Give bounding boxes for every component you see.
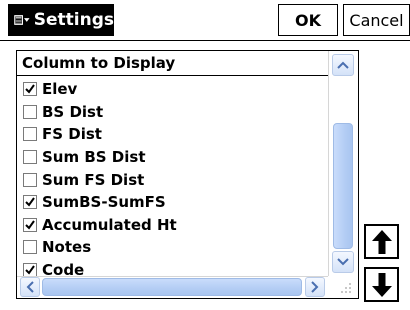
list-header: Column to Display [17, 51, 328, 76]
list-item[interactable]: Sum BS Dist [17, 146, 328, 169]
check-icon [25, 84, 35, 94]
chevron-down-icon [337, 258, 349, 266]
scroll-down-button[interactable] [332, 251, 354, 273]
window-menu-button[interactable]: Settings [8, 4, 114, 36]
move-down-button[interactable] [364, 267, 399, 302]
checkbox[interactable] [23, 82, 37, 97]
list-item-label: SumBS-SumFS [42, 193, 166, 212]
list-item[interactable]: Elev [17, 78, 328, 101]
list-item-label: FS Dist [42, 125, 102, 144]
list-item-label: Notes [42, 238, 92, 257]
check-icon [25, 220, 35, 230]
title-divider [0, 40, 410, 41]
arrow-down-icon [371, 272, 392, 297]
list-item-label: Accumulated Ht [42, 215, 177, 234]
list-item-label: Sum FS Dist [42, 170, 145, 189]
checkbox[interactable] [23, 127, 37, 142]
checkbox[interactable] [23, 150, 37, 165]
horizontal-scroll-thumb[interactable] [42, 278, 302, 296]
vertical-scrollbar[interactable] [328, 51, 358, 276]
checkbox[interactable] [23, 195, 37, 210]
resize-grip-icon [341, 283, 351, 293]
list-item-label: Elev [42, 80, 78, 99]
list-item[interactable]: Accumulated Ht [17, 214, 328, 237]
list-item[interactable]: SumBS-SumFS [17, 191, 328, 214]
column-rows: Elev BS Dist FS Dist Sum BS Dist Sum FS … [17, 78, 328, 281]
list-item[interactable]: Notes [17, 236, 328, 259]
move-up-button[interactable] [364, 224, 399, 259]
column-list[interactable]: Column to Display Elev BS Dist FS Dist S… [16, 50, 359, 299]
check-icon [25, 265, 35, 275]
caret-down-icon [24, 18, 30, 22]
app-menu-icon [14, 15, 23, 25]
checkbox[interactable] [23, 217, 37, 232]
list-item[interactable]: BS Dist [17, 101, 328, 124]
scroll-left-button[interactable] [20, 277, 40, 297]
checkbox[interactable] [23, 263, 37, 278]
list-item-label: BS Dist [42, 102, 104, 121]
checkbox[interactable] [23, 104, 37, 119]
list-item[interactable]: FS Dist [17, 123, 328, 146]
check-icon [25, 197, 35, 207]
window-title: Settings [33, 10, 114, 30]
list-item-label: Sum BS Dist [42, 148, 146, 167]
ok-button[interactable]: OK [278, 4, 338, 36]
checkbox[interactable] [23, 172, 37, 187]
arrow-up-icon [371, 229, 392, 254]
chevron-up-icon [337, 61, 349, 69]
scroll-up-button[interactable] [332, 54, 354, 76]
cancel-button[interactable]: Cancel [343, 4, 410, 36]
vertical-scroll-thumb[interactable] [333, 123, 353, 249]
chevron-right-icon [311, 281, 319, 293]
checkbox[interactable] [23, 240, 37, 255]
chevron-left-icon [26, 281, 34, 293]
list-item[interactable]: Sum FS Dist [17, 168, 328, 191]
horizontal-scrollbar[interactable] [17, 276, 328, 298]
scroll-right-button[interactable] [305, 277, 325, 297]
title-bar: Settings OK Cancel [0, 0, 410, 40]
